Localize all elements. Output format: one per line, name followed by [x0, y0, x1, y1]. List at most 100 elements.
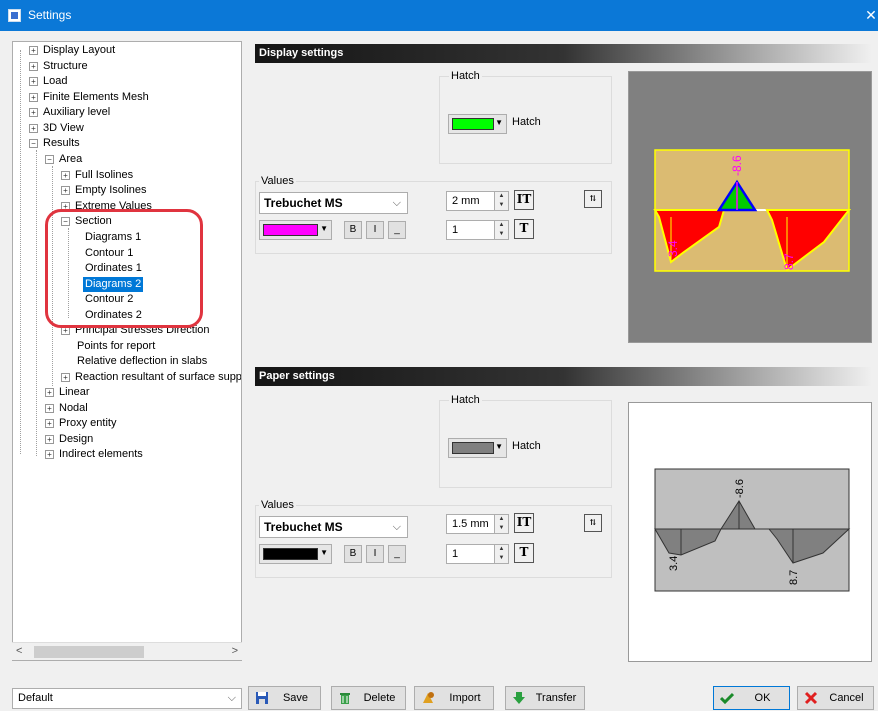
tree-item-relative-deflection[interactable]: Relative deflection in slabs: [75, 354, 209, 369]
tree-item-fe-mesh[interactable]: Finite Elements Mesh: [41, 90, 151, 105]
display-hatch-color-button[interactable]: ▼: [448, 114, 507, 134]
preset-select[interactable]: Default ⌵: [12, 688, 242, 709]
text-height-icon[interactable]: IT: [514, 513, 534, 533]
text-width-icon[interactable]: T: [514, 219, 534, 239]
expand-icon[interactable]: +: [29, 108, 38, 117]
delete-button[interactable]: Delete: [331, 686, 406, 710]
text-color-swatch: [263, 224, 318, 236]
collapse-icon[interactable]: −: [45, 155, 54, 164]
text-orientation-icon[interactable]: ⇅: [584, 190, 602, 208]
tree-item-linear[interactable]: Linear: [57, 385, 92, 400]
dropdown-arrow-icon: ▼: [495, 118, 503, 127]
paper-settings-header: Paper settings: [255, 367, 872, 386]
paper-text-color-button[interactable]: ▼: [259, 544, 332, 564]
tree-item-auxiliary-level[interactable]: Auxiliary level: [41, 105, 112, 120]
delete-label: Delete: [363, 692, 396, 704]
text-color-swatch: [263, 548, 318, 560]
tree-item-reaction-resultant[interactable]: Reaction resultant of surface supp: [73, 370, 241, 385]
paper-size-value: 1.5 mm: [452, 518, 489, 530]
expand-icon[interactable]: +: [45, 435, 54, 444]
paper-font-value: Trebuchet MS: [264, 520, 343, 534]
tree-item-load[interactable]: Load: [41, 74, 69, 89]
tree-item-full-isolines[interactable]: Full Isolines: [73, 168, 135, 183]
paper-preview-right-value: 8.7: [788, 570, 800, 585]
tree-horizontal-scrollbar[interactable]: < >: [12, 642, 242, 660]
paper-preview: -8.6 3.4 8.7: [628, 402, 872, 662]
save-label: Save: [282, 692, 309, 704]
bold-button[interactable]: B: [344, 221, 362, 239]
hatch-color-swatch: [452, 118, 494, 130]
scroll-left-icon[interactable]: <: [16, 645, 22, 657]
paper-hatch-label: Hatch: [512, 440, 541, 452]
import-button[interactable]: Import: [414, 686, 494, 710]
display-size-value: 2 mm: [452, 195, 480, 207]
paper-size-spinner[interactable]: 1.5 mm ▲ ▼: [446, 514, 509, 534]
display-settings-header: Display settings: [255, 44, 872, 63]
spinner-arrows-icon[interactable]: ▲ ▼: [494, 515, 508, 533]
chevron-down-icon: ⌵: [392, 197, 401, 209]
expand-icon[interactable]: +: [45, 419, 54, 428]
paper-font-select[interactable]: Trebuchet MS ⌵: [259, 516, 408, 538]
spinner-arrows-icon[interactable]: ▲ ▼: [494, 192, 508, 210]
display-count-value: 1: [452, 224, 459, 236]
tree-item-points-for-report[interactable]: Points for report: [75, 339, 157, 354]
expand-icon[interactable]: +: [45, 404, 54, 413]
display-font-value: Trebuchet MS: [264, 196, 343, 210]
italic-button[interactable]: I: [366, 545, 384, 563]
tree-guide: [36, 150, 37, 456]
cancel-button[interactable]: Cancel: [797, 686, 874, 710]
expand-icon[interactable]: +: [61, 373, 70, 382]
text-width-icon[interactable]: T: [514, 543, 534, 563]
tree-item-area[interactable]: Area: [57, 152, 84, 167]
tree-item-3d-view[interactable]: 3D View: [41, 121, 86, 136]
expand-icon[interactable]: +: [29, 93, 38, 102]
tree-item-empty-isolines[interactable]: Empty Isolines: [73, 183, 149, 198]
hatch-color-swatch: [452, 442, 494, 454]
paper-preview-left-value: 3.4: [668, 556, 680, 571]
save-button[interactable]: Save: [248, 686, 321, 710]
scroll-thumb[interactable]: [34, 646, 144, 658]
tree-item-proxy-entity[interactable]: Proxy entity: [57, 416, 118, 431]
display-size-spinner[interactable]: 2 mm ▲ ▼: [446, 191, 509, 211]
paper-count-spinner[interactable]: 1 ▲ ▼: [446, 544, 509, 564]
tree-item-display-layout[interactable]: Display Layout: [41, 43, 117, 58]
underline-button[interactable]: _: [388, 545, 406, 563]
app-icon: [8, 9, 21, 22]
cancel-label: Cancel: [829, 692, 864, 704]
paper-hatch-color-button[interactable]: ▼: [448, 438, 507, 458]
tree-item-structure[interactable]: Structure: [41, 59, 90, 74]
expand-icon[interactable]: +: [29, 46, 38, 55]
display-text-color-button[interactable]: ▼: [259, 220, 332, 240]
tree-item-nodal[interactable]: Nodal: [57, 401, 90, 416]
tree-item-design[interactable]: Design: [57, 432, 95, 447]
settings-tree[interactable]: + Display Layout + Structure + Load + Finite…: [12, 41, 242, 661]
highlight-annotation: [45, 209, 203, 328]
preview-left-value: 3.4: [666, 240, 680, 257]
expand-icon[interactable]: +: [29, 62, 38, 71]
display-font-select[interactable]: Trebuchet MS ⌵: [259, 192, 408, 214]
expand-icon[interactable]: +: [45, 388, 54, 397]
bold-button[interactable]: B: [344, 545, 362, 563]
scroll-right-icon[interactable]: >: [232, 645, 238, 657]
collapse-icon[interactable]: −: [29, 139, 38, 148]
expand-icon[interactable]: +: [45, 450, 54, 459]
spinner-arrows-icon[interactable]: ▲ ▼: [494, 221, 508, 239]
transfer-button[interactable]: Transfer: [505, 686, 585, 710]
underline-button[interactable]: _: [388, 221, 406, 239]
italic-button[interactable]: I: [366, 221, 384, 239]
expand-icon[interactable]: +: [29, 77, 38, 86]
text-orientation-icon[interactable]: ⇅: [584, 514, 602, 532]
text-height-icon[interactable]: IT: [514, 190, 534, 210]
preview-right-value: 8.7: [782, 253, 796, 270]
expand-icon[interactable]: +: [61, 171, 70, 180]
ok-button[interactable]: OK: [713, 686, 790, 710]
display-preview: -8.6 3.4 8.7: [628, 71, 872, 343]
display-count-spinner[interactable]: 1 ▲ ▼: [446, 220, 509, 240]
spinner-arrows-icon[interactable]: ▲ ▼: [494, 545, 508, 563]
display-values-group-label: Values: [259, 175, 296, 187]
expand-icon[interactable]: +: [61, 186, 70, 195]
expand-icon[interactable]: +: [29, 124, 38, 133]
tree-item-results[interactable]: Results: [41, 136, 82, 151]
close-icon[interactable]: ✕: [864, 0, 878, 31]
tree-item-indirect-elements[interactable]: Indirect elements: [57, 447, 145, 462]
